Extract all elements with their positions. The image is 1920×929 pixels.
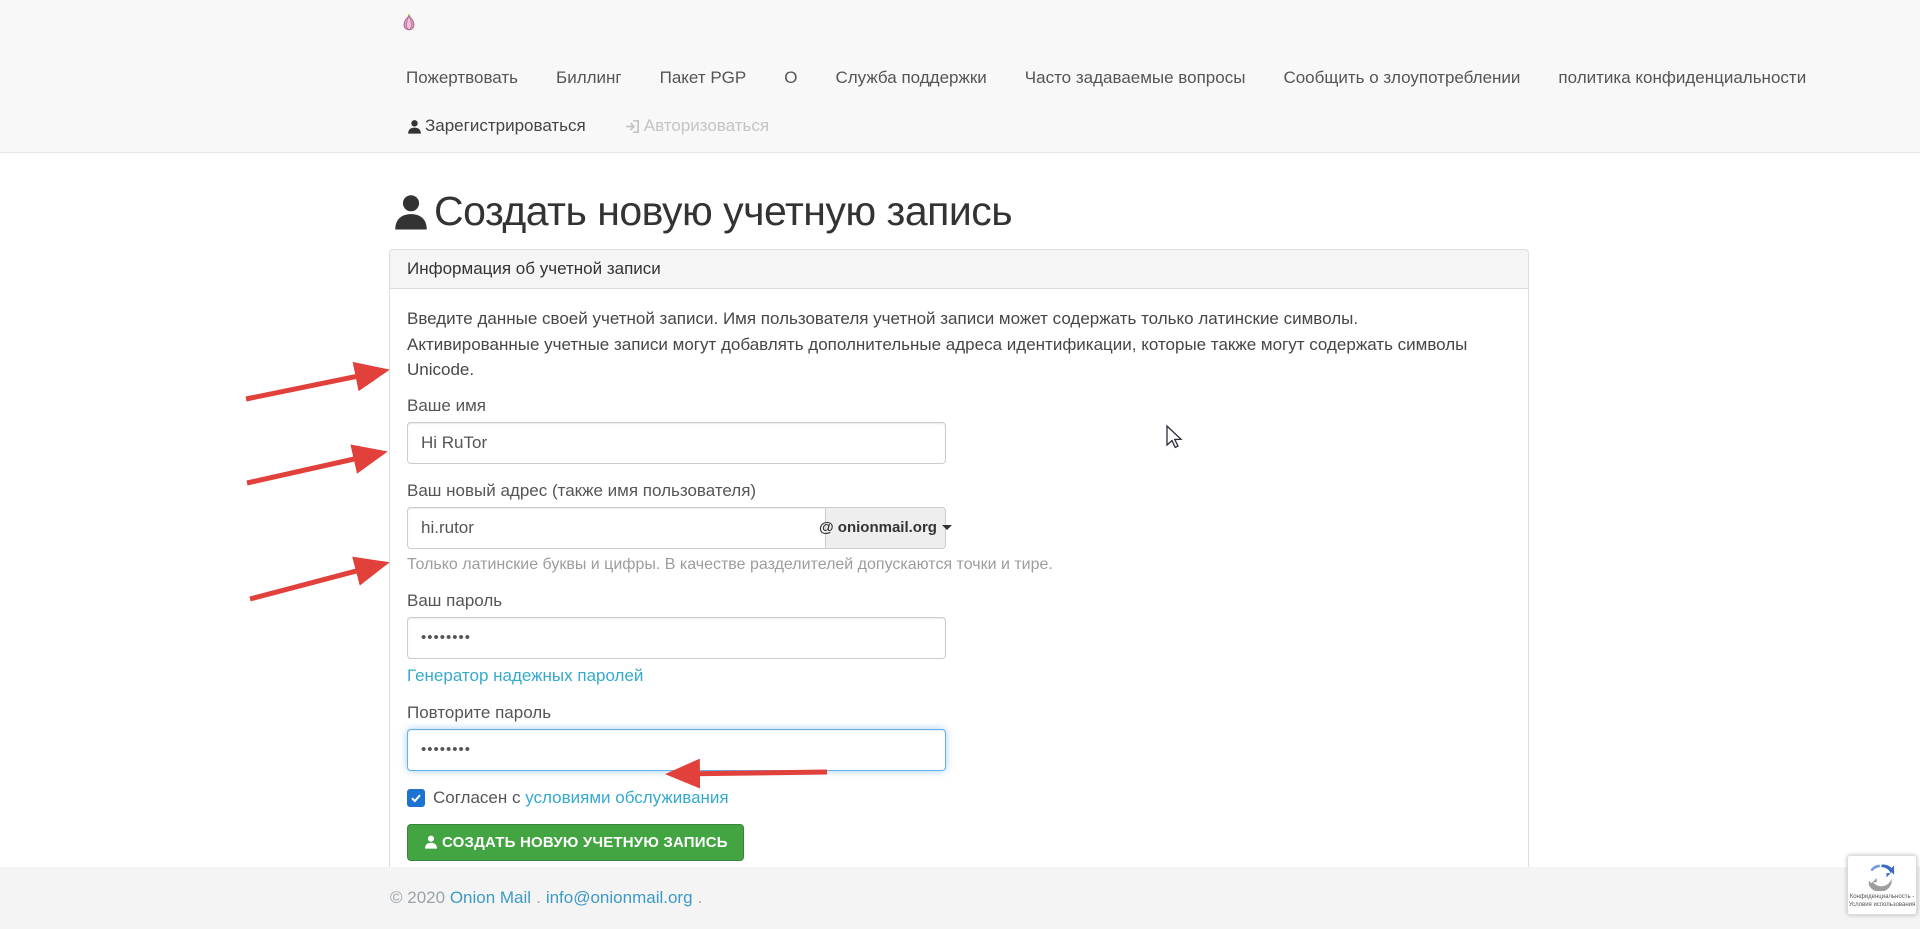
name-input[interactable] [407, 422, 946, 464]
confirm-password-group: Повторите пароль [407, 703, 1511, 771]
terms-checkbox[interactable] [407, 789, 425, 807]
nav-item-faq[interactable]: Часто задаваемые вопросы [1006, 62, 1265, 94]
domain-label: @ onionmail.org [819, 519, 937, 536]
create-account-label: СОЗДАТЬ НОВУЮ УЧЕТНУЮ ЗАПИСЬ [442, 834, 728, 851]
chevron-down-icon [942, 525, 952, 530]
person-icon [390, 191, 432, 233]
page-title: Создать новую учетную запись [390, 188, 1012, 235]
footer-separator: . [536, 888, 541, 908]
recaptcha-privacy-text: Конфиденциальность - Условия использован… [1849, 893, 1916, 910]
annotation-arrow [247, 453, 381, 483]
password-generator-link[interactable]: Генератор надежных паролей [407, 666, 643, 686]
address-label: Ваш новый адрес (также имя пользователя) [407, 481, 1511, 501]
panel-body: Введите данные своей учетной записи. Имя… [390, 289, 1528, 883]
account-info-panel: Информация об учетной записи Введите дан… [389, 249, 1529, 884]
nav-item-about[interactable]: О [765, 62, 816, 94]
password-group: Ваш пароль Генератор надежных паролей [407, 591, 1511, 686]
nav-item-billing[interactable]: Биллинг [537, 62, 641, 94]
check-icon [410, 792, 422, 804]
domain-dropdown[interactable]: @ onionmail.org [826, 507, 946, 549]
confirm-password-label: Повторите пароль [407, 703, 1511, 723]
footer: © 2020 Onion Mail . info@onionmail.org . [0, 867, 1920, 929]
password-input[interactable] [407, 617, 946, 659]
terms-text: Согласен с [433, 788, 521, 808]
nav-item-report-abuse[interactable]: Сообщить о злоупотреблении [1264, 62, 1539, 94]
nav-auth-row: Зарегистрироваться Авторизоваться [387, 110, 788, 142]
annotation-arrow [246, 371, 383, 399]
nav-item-donate[interactable]: Пожертвовать [387, 62, 537, 94]
name-group: Ваше имя [407, 396, 1511, 464]
confirm-password-input[interactable] [407, 729, 946, 771]
annotation-arrow [250, 564, 383, 599]
footer-separator: . [698, 888, 703, 908]
nav-item-register[interactable]: Зарегистрироваться [387, 110, 605, 142]
address-input[interactable] [407, 507, 826, 549]
terms-link[interactable]: условиями обслуживания [525, 788, 728, 808]
panel-header: Информация об учетной записи [390, 250, 1528, 289]
recaptcha-line2: Условия использования [1849, 901, 1916, 909]
footer-site-link[interactable]: Onion Mail [450, 888, 531, 908]
page-title-text: Создать новую учетную запись [434, 188, 1012, 235]
address-hint: Только латинские буквы и цифры. В качест… [407, 556, 1511, 574]
nav-item-pgp[interactable]: Пакет PGP [641, 62, 766, 94]
register-label: Зарегистрироваться [425, 116, 586, 136]
onion-logo-icon[interactable] [398, 12, 420, 34]
person-icon [423, 834, 439, 850]
address-group: Ваш новый адрес (также имя пользователя)… [407, 481, 1511, 574]
recaptcha-line1: Конфиденциальность - [1849, 893, 1916, 901]
nav-item-support[interactable]: Служба поддержки [816, 62, 1005, 94]
copyright-text: © 2020 [390, 888, 445, 908]
login-label: Авторизоваться [644, 116, 769, 136]
person-icon [406, 118, 423, 135]
password-label: Ваш пароль [407, 591, 1511, 611]
footer-email-link[interactable]: info@onionmail.org [546, 888, 693, 908]
recaptcha-icon [1867, 861, 1897, 891]
nav-item-login[interactable]: Авторизоваться [605, 110, 788, 142]
navbar: Пожертвовать Биллинг Пакет PGP О Служба … [0, 0, 1920, 153]
intro-text: Введите данные своей учетной записи. Имя… [407, 306, 1477, 383]
create-account-button[interactable]: СОЗДАТЬ НОВУЮ УЧЕТНУЮ ЗАПИСЬ [407, 824, 744, 861]
nav-item-privacy-policy[interactable]: политика конфиденциальности [1539, 62, 1825, 94]
sign-in-icon [624, 118, 641, 135]
recaptcha-badge[interactable]: Конфиденциальность - Условия использован… [1847, 855, 1917, 915]
nav-menu: Пожертвовать Биллинг Пакет PGP О Служба … [387, 62, 1825, 94]
name-label: Ваше имя [407, 396, 1511, 416]
terms-row: Согласен с условиями обслуживания [407, 788, 1511, 808]
